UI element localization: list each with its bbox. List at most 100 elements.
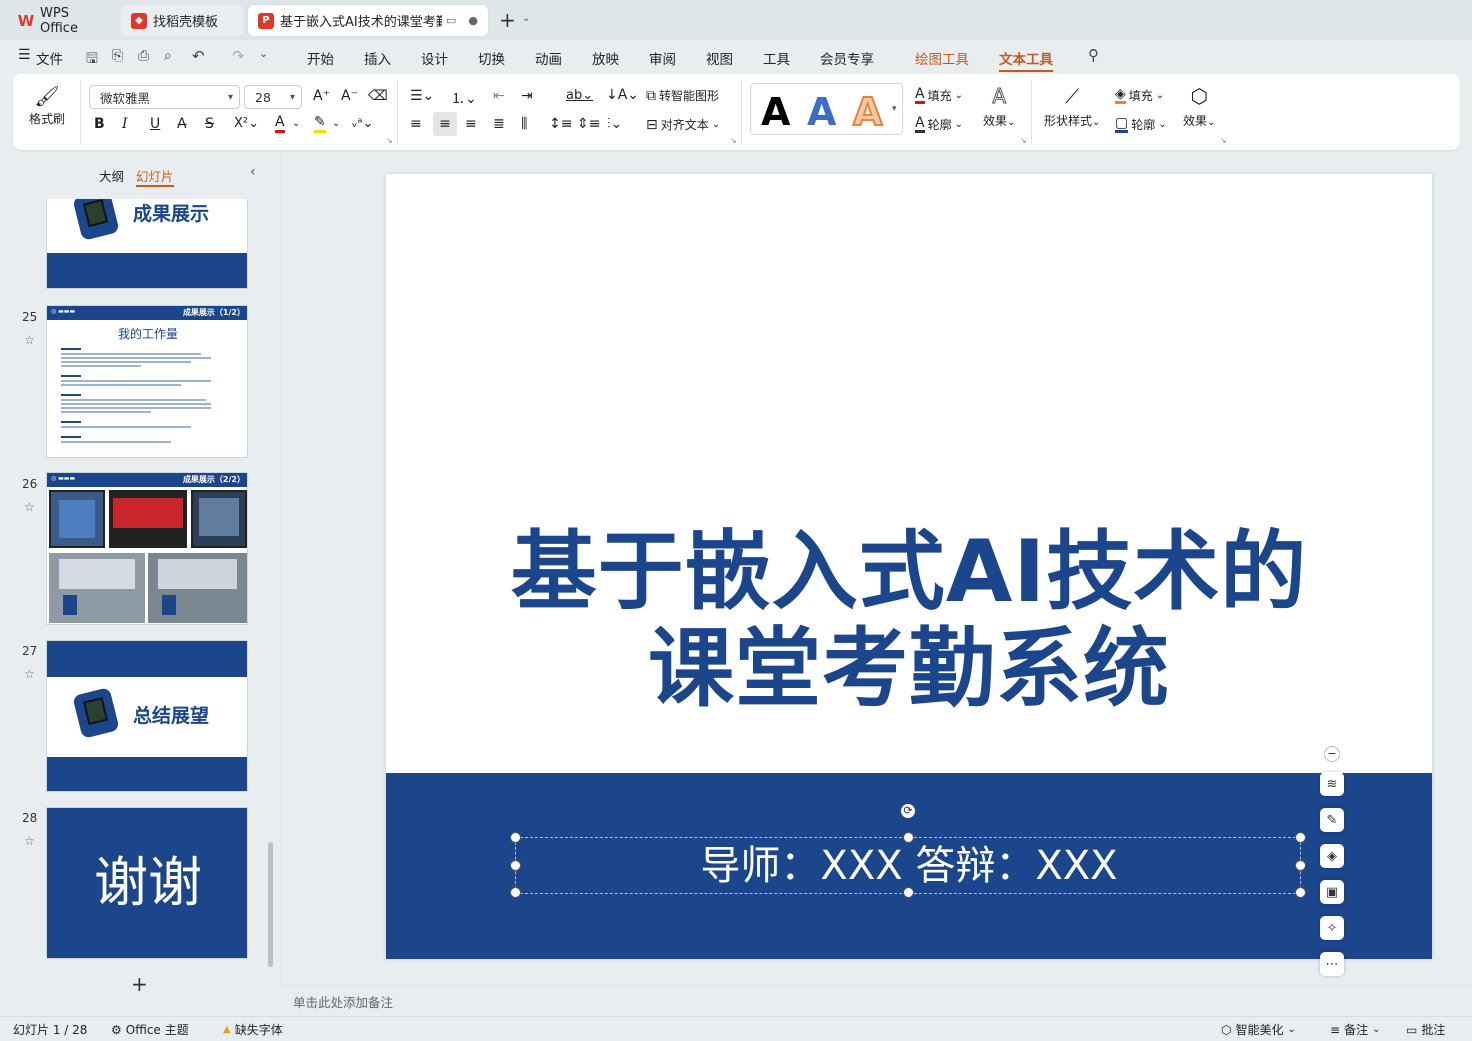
increase-indent-icon[interactable]: ⇥	[521, 88, 533, 104]
tab-wps-office[interactable]: W WPS Office	[8, 5, 118, 36]
star-icon[interactable]: ☆	[24, 500, 35, 514]
highlight-icon[interactable]: ✎	[314, 114, 326, 133]
chevron-down-icon[interactable]: ⌄	[292, 118, 300, 129]
align-right-icon[interactable]: ≡	[465, 116, 477, 132]
decrease-font-icon[interactable]: A⁻	[341, 88, 358, 104]
dialog-launcher-icon[interactable]: ↘	[386, 136, 393, 145]
menu-design[interactable]: 设计	[421, 48, 448, 68]
increase-font-icon[interactable]: A⁺	[313, 88, 330, 104]
resize-handle[interactable]	[510, 887, 521, 898]
menu-file[interactable]: 文件	[36, 48, 63, 68]
theme-button[interactable]: ⚙ Office 主题	[111, 1021, 189, 1038]
add-slide-icon[interactable]: +	[131, 972, 148, 996]
tab-presentation[interactable]: P 基于嵌入式AI技术的课堂考勤 ▭ ●	[248, 5, 488, 36]
shape-fill-button[interactable]: ◈ 填充 ⌄	[1115, 87, 1164, 104]
text-outline-button[interactable]: A 轮廓 ⌄	[915, 116, 963, 133]
tab-outline[interactable]: 大纲	[99, 166, 124, 185]
frame-icon[interactable]: ▣	[1320, 880, 1344, 904]
menu-insert[interactable]: 插入	[364, 48, 391, 68]
resize-handle[interactable]	[510, 860, 521, 871]
collapse-panel-icon[interactable]: ‹	[250, 164, 256, 180]
font-color-icon[interactable]: A	[275, 114, 285, 133]
style-black-icon[interactable]: A	[761, 90, 790, 134]
unsaved-dot-icon[interactable]: ●	[468, 14, 478, 27]
char-spacing-icon[interactable]: ᵥᵃ⌄	[352, 116, 373, 131]
shape-outline-button[interactable]: ▢ 轮廓 ⌄	[1115, 116, 1167, 133]
menu-text-tools[interactable]: 文本工具	[999, 48, 1053, 72]
resize-handle[interactable]	[1295, 832, 1306, 843]
menu-member[interactable]: 会员专享	[820, 48, 874, 68]
shape-style-button[interactable]: ⟋ 形状样式⌄	[1044, 86, 1100, 129]
resize-handle[interactable]	[1295, 887, 1306, 898]
pen-icon[interactable]: ✎	[1320, 808, 1344, 832]
style-orange-icon[interactable]: A	[852, 89, 883, 135]
underline-icon[interactable]: U	[150, 116, 160, 132]
tab-slides[interactable]: 幻灯片	[136, 166, 174, 187]
shadow-text-icon[interactable]: S	[205, 116, 214, 132]
gallery-more-icon[interactable]: ▾	[892, 104, 897, 114]
font-size-select[interactable]: 28 ▾	[244, 85, 302, 109]
strikethrough-icon[interactable]: A̶	[177, 116, 187, 132]
print-icon[interactable]: ⎙	[138, 48, 149, 64]
justify-icon[interactable]: ≣	[493, 116, 505, 132]
menu-slideshow[interactable]: 放映	[592, 48, 619, 68]
menu-transition[interactable]: 切换	[478, 48, 505, 68]
chevron-down-icon[interactable]: ⌄	[522, 13, 530, 24]
font-name-select[interactable]: 微软雅黑 ▾	[89, 85, 240, 109]
menu-animation[interactable]: 动画	[535, 48, 562, 68]
chevron-down-icon[interactable]: ⌄	[332, 118, 340, 129]
tab-docer[interactable]: ◆ 找稻壳模板	[121, 5, 243, 36]
dialog-launcher-icon[interactable]: ↘	[1220, 136, 1227, 145]
resize-handle[interactable]	[1295, 860, 1306, 871]
search-icon[interactable]: ⚲	[1088, 46, 1099, 64]
align-text-button[interactable]: ⊟ 对齐文本 ⌄	[646, 116, 720, 133]
bullets-icon[interactable]: ☰⌄	[410, 88, 434, 104]
menu-start[interactable]: 开始	[307, 48, 334, 68]
menu-tools[interactable]: 工具	[763, 48, 790, 68]
subtitle-textbox[interactable]: 导师：XXX 答辩：XXX	[515, 837, 1301, 894]
panel-scrollbar[interactable]	[268, 842, 273, 967]
collapse-toolbar-icon[interactable]: −	[1324, 746, 1340, 762]
paragraph-spacing-icon[interactable]: ⇕≡	[577, 116, 600, 132]
smart-beautify-button[interactable]: ⬡ 智能美化 ⌄	[1221, 1021, 1296, 1038]
sort-icon[interactable]: ↓A⌄	[606, 87, 639, 103]
menu-review[interactable]: 审阅	[649, 48, 676, 68]
star-icon[interactable]: ☆	[24, 333, 35, 347]
decrease-indent-icon[interactable]: ⇤	[493, 88, 505, 104]
share-icon[interactable]: ⎘	[112, 48, 123, 64]
redo-icon[interactable]: ↷	[232, 47, 245, 65]
notes-toggle-button[interactable]: ≡ 备注 ⌄	[1330, 1021, 1380, 1038]
undo-icon[interactable]: ↶	[192, 47, 205, 65]
text-fill-button[interactable]: A 填充 ⌄	[915, 87, 963, 104]
style-blue-icon[interactable]: A	[807, 90, 836, 134]
smart-shape-button[interactable]: ⧉ 转智能图形	[646, 87, 719, 104]
bold-icon[interactable]: B	[94, 116, 105, 132]
missing-font-button[interactable]: ▲ 缺失字体	[223, 1021, 283, 1038]
hamburger-icon[interactable]: ☰	[18, 47, 31, 63]
slide-thumbnail-28[interactable]: 谢谢	[46, 807, 248, 959]
resize-handle[interactable]	[510, 832, 521, 843]
slide-canvas[interactable]: 基于嵌入式AI技术的 课堂考勤系统 导师：XXX 答辩：XXX ⟳	[386, 174, 1432, 959]
dialog-launcher-icon[interactable]: ↘	[730, 136, 737, 145]
align-center-icon[interactable]: ≡	[433, 112, 457, 136]
resize-handle[interactable]	[903, 832, 914, 843]
slide-thumbnail-25[interactable]: ◎ ▬▬▬ 成果展示（1/2） 我的工作量	[46, 305, 248, 458]
shape-effect-button[interactable]: ⬡ 效果⌄	[1183, 86, 1215, 129]
distribute-icon[interactable]: ⫼	[521, 116, 527, 132]
dialog-launcher-icon[interactable]: ↘	[1020, 136, 1027, 145]
monitor-icon[interactable]: ▭	[446, 14, 456, 27]
clear-format-icon[interactable]: ⌫	[368, 88, 388, 104]
menu-drawing-tools[interactable]: 绘图工具	[915, 48, 969, 68]
rotate-handle-icon[interactable]: ⟳	[901, 804, 915, 818]
italic-icon[interactable]: I	[122, 116, 128, 132]
magic-wand-icon[interactable]: ✧	[1320, 916, 1344, 940]
comments-button[interactable]: ▭ 批注	[1406, 1021, 1445, 1038]
more-icon[interactable]: ⋯	[1320, 952, 1344, 976]
resize-handle[interactable]	[903, 887, 914, 898]
slide-thumbnail-24[interactable]: 成果展示	[46, 199, 248, 289]
align-left-icon[interactable]: ≡	[410, 116, 422, 132]
fill-bucket-icon[interactable]: ◈	[1320, 844, 1344, 868]
print-preview-icon[interactable]: ⌕	[164, 48, 172, 64]
slide-thumbnail-26[interactable]: ◎ ▬▬▬ 成果展示（2/2）	[46, 472, 248, 625]
column-icon[interactable]: ⫶⌄	[607, 116, 622, 132]
